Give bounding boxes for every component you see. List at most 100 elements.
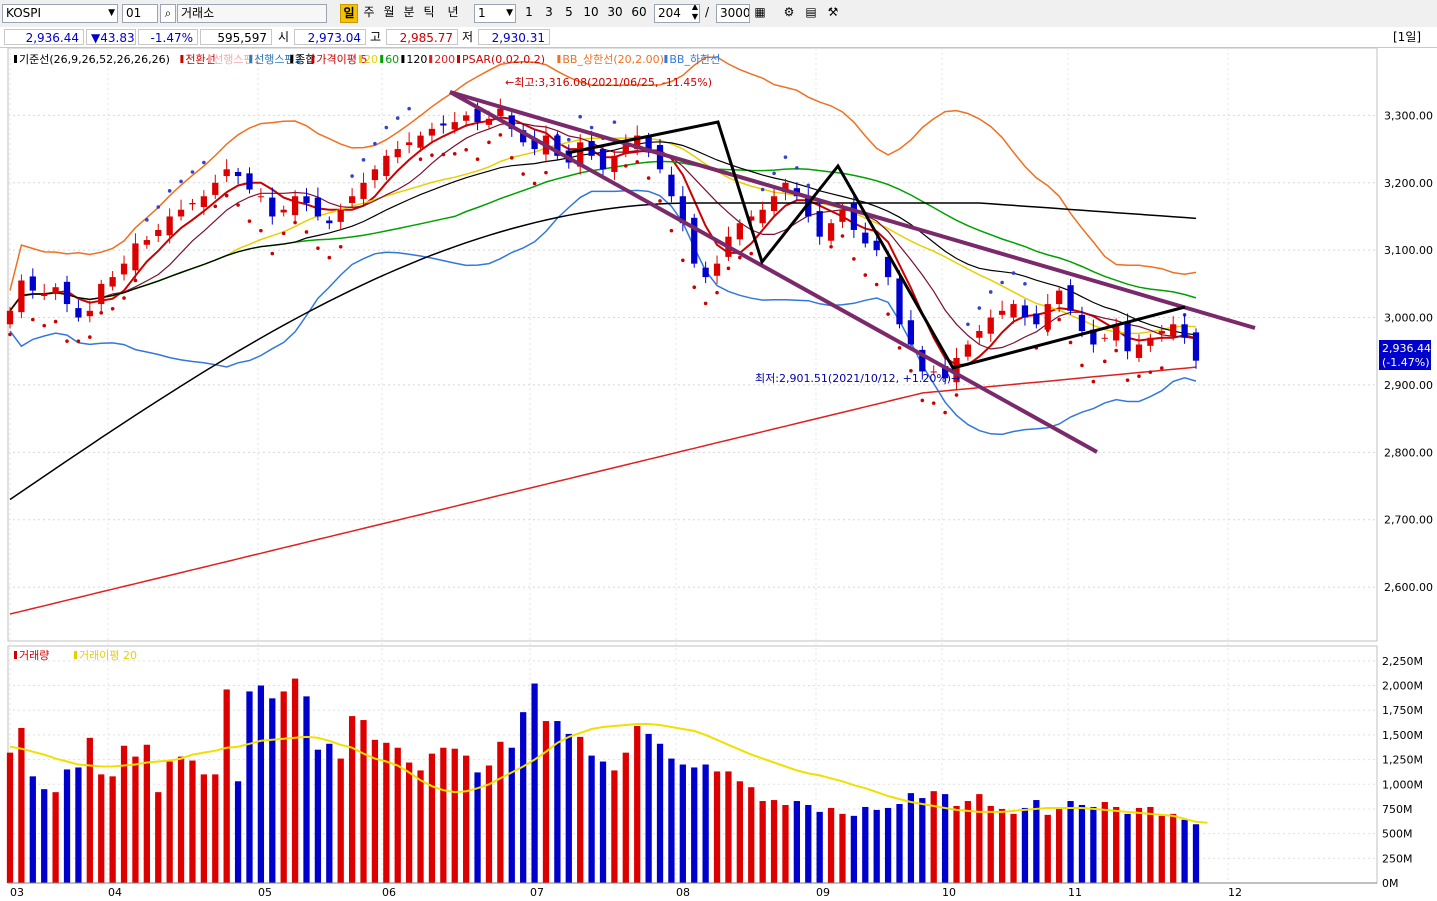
psar-dot	[1080, 363, 1084, 368]
volume-bar	[257, 685, 265, 883]
volume-bar	[246, 691, 253, 883]
psar-dot	[521, 172, 525, 176]
candle-body	[998, 310, 1006, 315]
volume-bar	[143, 744, 150, 883]
grid-icon[interactable]: ▦	[752, 4, 768, 23]
period-month-button[interactable]: 월	[380, 4, 398, 23]
settings-icon[interactable]: ⚙	[780, 4, 798, 23]
minute-10-button[interactable]: 10	[580, 4, 602, 23]
channel-upper-line	[449, 90, 1256, 330]
legend-label: 거래이평 20	[79, 649, 137, 662]
volume-tick-label: 2,250M	[1382, 655, 1423, 668]
candle-body	[326, 220, 333, 224]
volume-bar	[1090, 806, 1097, 883]
volume-bar	[884, 807, 892, 883]
volume-bar	[770, 800, 778, 883]
volume-bar	[896, 804, 903, 883]
psar-dot	[338, 244, 343, 249]
volume-bar	[291, 678, 299, 883]
volume-bar	[793, 801, 801, 883]
volume-bar	[656, 743, 664, 883]
psar-dot	[350, 174, 354, 178]
psar-dot	[8, 332, 12, 337]
minute-1-button[interactable]: 1	[520, 4, 538, 23]
psar-dot	[1091, 379, 1096, 384]
candle-body	[18, 280, 25, 313]
volume-tick-label: 1,250M	[1382, 754, 1423, 767]
price-tick-label: 2,800.00	[1384, 446, 1433, 459]
tools-icon[interactable]: ⚒	[824, 4, 842, 23]
code-field[interactable]: 01	[122, 4, 158, 23]
volume-bar	[702, 764, 709, 883]
candle-body	[1021, 305, 1029, 318]
minute-30-button[interactable]: 30	[604, 4, 626, 23]
psar-dot	[1114, 348, 1118, 353]
psar-dot	[270, 251, 275, 256]
symbol-select[interactable]: KOSPI ▼	[2, 4, 118, 23]
psar-dot	[190, 170, 195, 174]
period-tick-button[interactable]: 틱	[420, 4, 438, 23]
period-year-button[interactable]: 년	[442, 4, 464, 23]
interval-select[interactable]: 1 ▼	[474, 4, 516, 23]
legend-label: 기준선(26,9,26,52,26,26,26)	[19, 53, 170, 66]
psar-dot	[954, 393, 959, 397]
candle-body	[736, 223, 743, 240]
minute-5-button[interactable]: 5	[560, 4, 578, 23]
period-day-button[interactable]: 일	[340, 4, 358, 23]
volume-bar	[577, 736, 584, 883]
psar-dot	[943, 410, 947, 415]
volume-bar	[371, 739, 379, 883]
price-volume-chart[interactable]: ←최고:3,316.08(2021/06/25, -11.45%) 최저:2,90…	[0, 47, 1437, 900]
volume-bar	[29, 776, 36, 883]
axes: 3,300.00 3,200.00 3,100.00 3,000.00 2,900.00…	[8, 109, 1433, 899]
volume-bar	[1124, 813, 1131, 883]
psar-dot	[384, 125, 389, 130]
volume-tick-label: 750M	[1382, 803, 1413, 816]
candle-body	[1181, 324, 1188, 338]
low-annotation: 최저:2,901.51(2021/10/12, +1.20%)→	[755, 372, 960, 385]
legend-label: BB_하한선	[669, 52, 720, 66]
max-count-field[interactable]: 3000	[716, 4, 750, 23]
psar-dot	[1000, 280, 1004, 285]
search-icon[interactable]: ⌕	[160, 4, 176, 23]
psar-dot	[966, 322, 970, 327]
psar-dot	[179, 179, 183, 184]
count-stepper[interactable]: 204 ▲ ▼	[654, 4, 700, 23]
volume-bar	[1101, 802, 1108, 883]
count-value: 204	[658, 6, 681, 20]
volume-bar	[953, 805, 960, 883]
chevron-down-icon[interactable]: ▼	[108, 5, 115, 22]
volume-bar	[189, 760, 196, 883]
interval-value: 1	[478, 6, 486, 20]
save-icon[interactable]: ▤	[802, 4, 820, 23]
psar-dot	[247, 219, 252, 223]
legend-label: 거래량	[19, 649, 49, 662]
period-minute-button[interactable]: 분	[400, 4, 418, 23]
candle-body	[86, 310, 93, 317]
candle-body	[862, 232, 869, 244]
volume-bar	[542, 721, 550, 883]
psar-dot	[202, 160, 206, 165]
psar-dot	[304, 230, 309, 234]
psar-dot	[806, 183, 811, 188]
candle-body	[1170, 324, 1177, 337]
minute-60-button[interactable]: 60	[628, 4, 650, 23]
psar-dot	[213, 204, 218, 209]
volume-bar	[873, 809, 880, 883]
volume-bar	[1158, 815, 1165, 883]
stepper-arrows-icon[interactable]: ▲ ▼	[692, 5, 698, 22]
market-field: 거래소	[177, 4, 327, 23]
volume-bar	[919, 798, 926, 883]
psar-dot	[53, 319, 58, 324]
volume-bar	[280, 691, 287, 883]
candle-body	[451, 122, 458, 130]
candle-body	[485, 118, 493, 125]
volume-bar	[839, 813, 846, 883]
volume-bar	[451, 748, 458, 883]
period-week-button[interactable]: 주	[360, 4, 378, 23]
volume-bar	[177, 756, 185, 883]
chevron-down-icon[interactable]: ▼	[506, 5, 513, 22]
volume-bar	[1192, 824, 1200, 883]
psar-dot	[441, 152, 446, 157]
minute-3-button[interactable]: 3	[540, 4, 558, 23]
